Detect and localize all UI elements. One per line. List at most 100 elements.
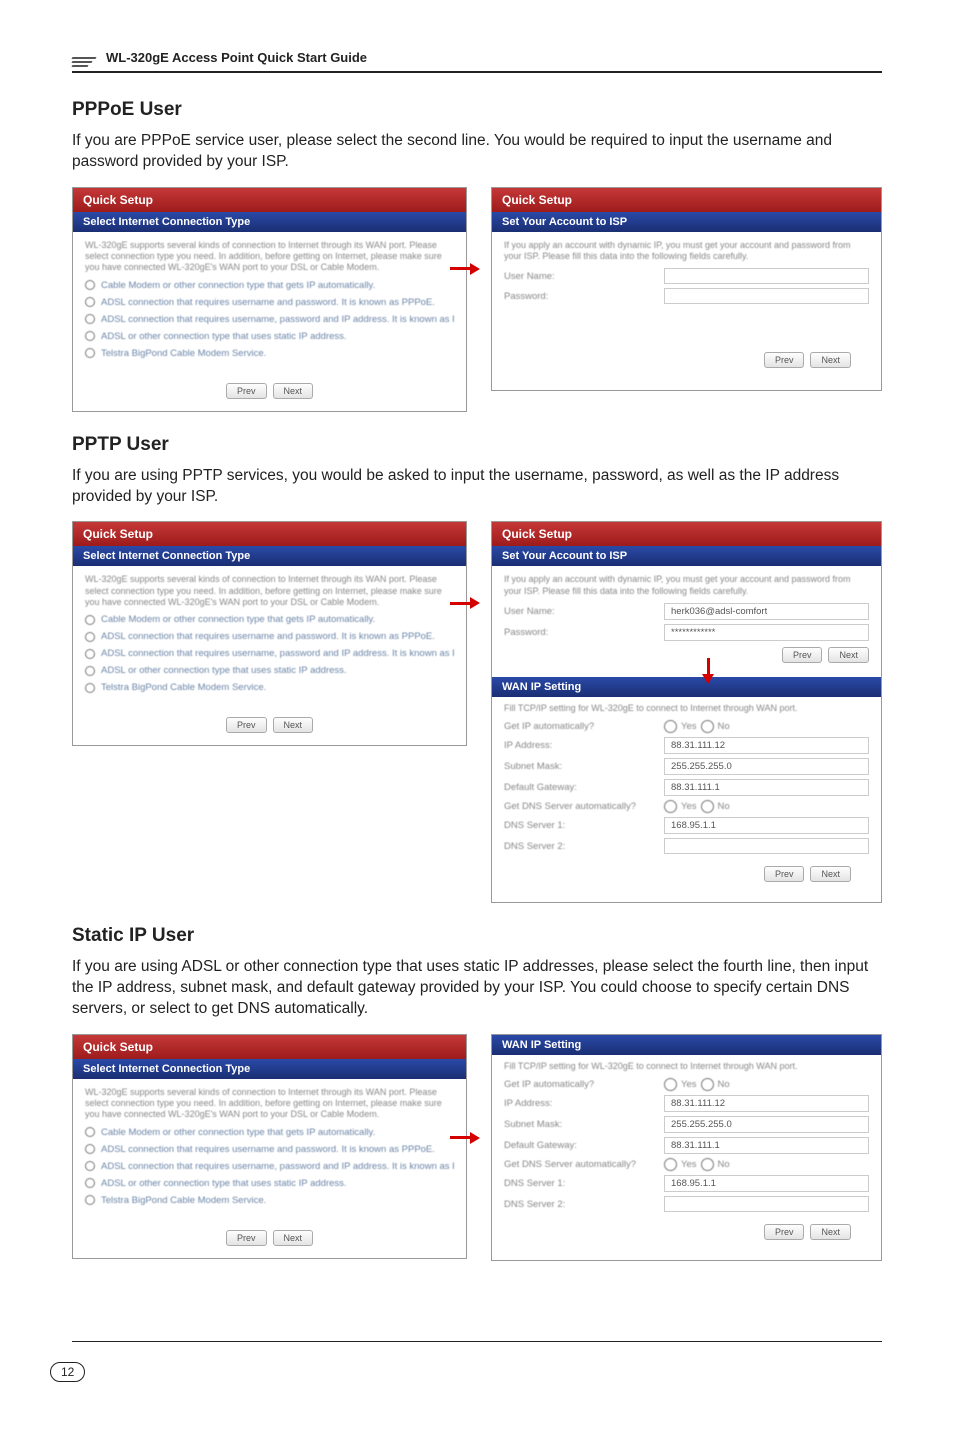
password-input[interactable]: [664, 288, 869, 304]
get-ip-auto-radio[interactable]: YesNo: [664, 1078, 730, 1091]
subnet-mask-input[interactable]: 255.255.255.0: [664, 758, 869, 775]
conn-option-telstra[interactable]: Telstra BigPond Cable Modem Service.: [85, 348, 454, 359]
wan-subheader: WAN IP Setting: [492, 677, 881, 697]
ip-address-input[interactable]: 88.31.111.12: [664, 1095, 869, 1112]
panel-description: WL-320gE supports several kinds of conne…: [85, 574, 454, 608]
prev-button[interactable]: Prev: [226, 1230, 267, 1246]
prev-button[interactable]: Prev: [764, 1224, 805, 1240]
prev-button[interactable]: Prev: [226, 383, 267, 399]
next-button[interactable]: Next: [828, 647, 869, 663]
conn-option-static[interactable]: ADSL or other connection type that uses …: [85, 331, 454, 342]
panel-header: Quick Setup: [73, 522, 466, 546]
figure-pppoe: Quick Setup Select Internet Connection T…: [72, 187, 882, 412]
conn-option-telstra[interactable]: Telstra BigPond Cable Modem Service.: [85, 1195, 454, 1206]
brand-arrow-icon: [72, 57, 96, 67]
wan-description: Fill TCP/IP setting for WL-320gE to conn…: [504, 1061, 869, 1072]
section-title-static: Static IP User: [72, 925, 882, 947]
get-dns-auto-radio[interactable]: YesNo: [664, 1158, 730, 1171]
get-ip-auto-radio[interactable]: YesNo: [664, 720, 730, 733]
dns2-input[interactable]: [664, 838, 869, 854]
conn-option-auto[interactable]: Cable Modem or other connection type tha…: [85, 1127, 454, 1138]
conn-option-pppoe[interactable]: ADSL connection that requires username a…: [85, 297, 454, 308]
conn-option-pppoe[interactable]: ADSL connection that requires username a…: [85, 631, 454, 642]
subnet-mask-input[interactable]: 255.255.255.0: [664, 1116, 869, 1133]
dns2-label: DNS Server 2:: [504, 1199, 654, 1210]
conn-option-telstra[interactable]: Telstra BigPond Cable Modem Service.: [85, 682, 454, 693]
panel-description: WL-320gE supports several kinds of conne…: [85, 240, 454, 274]
default-gateway-label: Default Gateway:: [504, 782, 654, 793]
subnet-mask-label: Subnet Mask:: [504, 761, 654, 772]
get-dns-auto-radio[interactable]: YesNo: [664, 800, 730, 813]
next-button[interactable]: Next: [273, 383, 314, 399]
username-label: User Name:: [504, 606, 654, 617]
conn-option-pppoe[interactable]: ADSL connection that requires username a…: [85, 1144, 454, 1155]
arrow-down-icon: [702, 658, 714, 684]
wan-subheader: WAN IP Setting: [492, 1035, 881, 1055]
panel-header: Quick Setup: [73, 188, 466, 212]
section-body-pppoe: If you are PPPoE service user, please se…: [72, 131, 882, 173]
ip-address-label: IP Address:: [504, 1098, 654, 1109]
next-button[interactable]: Next: [810, 866, 851, 882]
conn-option-auto[interactable]: Cable Modem or other connection type tha…: [85, 614, 454, 625]
next-button[interactable]: Next: [810, 352, 851, 368]
ip-address-input[interactable]: 88.31.111.12: [664, 737, 869, 754]
prev-button[interactable]: Prev: [764, 352, 805, 368]
wan-description: Fill TCP/IP setting for WL-320gE to conn…: [504, 703, 869, 714]
panel-header: Quick Setup: [492, 188, 881, 212]
panel-subheader: Set Your Account to ISP: [492, 212, 881, 232]
get-ip-auto-label: Get IP automatically?: [504, 721, 654, 732]
panel-subheader: Set Your Account to ISP: [492, 546, 881, 566]
panel-select-conn-pppoe: Quick Setup Select Internet Connection T…: [72, 187, 467, 412]
prev-button[interactable]: Prev: [782, 647, 823, 663]
section-title-pptp: PPTP User: [72, 434, 882, 456]
section-body-static: If you are using ADSL or other connectio…: [72, 957, 882, 1020]
prev-button[interactable]: Prev: [764, 866, 805, 882]
panel-description: If you apply an account with dynamic IP,…: [504, 574, 869, 597]
username-input[interactable]: [664, 268, 869, 284]
dns1-label: DNS Server 1:: [504, 1178, 654, 1189]
panel-subheader: Select Internet Connection Type: [73, 546, 466, 566]
conn-option-auto[interactable]: Cable Modem or other connection type tha…: [85, 280, 454, 291]
panel-select-conn-static: Quick Setup Select Internet Connection T…: [72, 1034, 467, 1259]
panel-description: WL-320gE supports several kinds of conne…: [85, 1087, 454, 1121]
panel-select-conn-pptp: Quick Setup Select Internet Connection T…: [72, 521, 467, 746]
footer-rule: [72, 1341, 882, 1342]
get-ip-auto-label: Get IP automatically?: [504, 1079, 654, 1090]
ip-address-label: IP Address:: [504, 740, 654, 751]
password-label: Password:: [504, 627, 654, 638]
dns2-label: DNS Server 2:: [504, 841, 654, 852]
default-gateway-label: Default Gateway:: [504, 1140, 654, 1151]
password-input[interactable]: ************: [664, 624, 869, 641]
password-label: Password:: [504, 291, 654, 302]
arrow-right-icon: [450, 597, 480, 609]
subnet-mask-label: Subnet Mask:: [504, 1119, 654, 1130]
next-button[interactable]: Next: [273, 717, 314, 733]
conn-option-pptp[interactable]: ADSL connection that requires username, …: [85, 648, 454, 659]
get-dns-auto-label: Get DNS Server automatically?: [504, 801, 654, 812]
get-dns-auto-label: Get DNS Server automatically?: [504, 1159, 654, 1170]
dns1-label: DNS Server 1:: [504, 820, 654, 831]
conn-option-static[interactable]: ADSL or other connection type that uses …: [85, 1178, 454, 1189]
default-gateway-input[interactable]: 88.31.111.1: [664, 779, 869, 796]
dns1-input[interactable]: 168.95.1.1: [664, 817, 869, 834]
panel-set-account-pppoe: Quick Setup Set Your Account to ISP If y…: [491, 187, 882, 392]
username-input[interactable]: herk036@adsl-comfort: [664, 603, 869, 620]
panel-header: Quick Setup: [73, 1035, 466, 1059]
next-button[interactable]: Next: [810, 1224, 851, 1240]
conn-option-static[interactable]: ADSL or other connection type that uses …: [85, 665, 454, 676]
next-button[interactable]: Next: [273, 1230, 314, 1246]
panel-subheader: Select Internet Connection Type: [73, 212, 466, 232]
default-gateway-input[interactable]: 88.31.111.1: [664, 1137, 869, 1154]
dns1-input[interactable]: 168.95.1.1: [664, 1175, 869, 1192]
conn-option-pptp[interactable]: ADSL connection that requires username, …: [85, 1161, 454, 1172]
panel-set-account-pptp: Quick Setup Set Your Account to ISP If y…: [491, 521, 882, 903]
panel-subheader: Select Internet Connection Type: [73, 1059, 466, 1079]
panel-description: If you apply an account with dynamic IP,…: [504, 240, 869, 263]
figure-static: Quick Setup Select Internet Connection T…: [72, 1034, 882, 1261]
prev-button[interactable]: Prev: [226, 717, 267, 733]
dns2-input[interactable]: [664, 1196, 869, 1212]
conn-option-pptp[interactable]: ADSL connection that requires username, …: [85, 314, 454, 325]
arrow-right-icon: [450, 1132, 480, 1144]
arrow-right-icon: [450, 263, 480, 275]
page-number: 12: [50, 1362, 85, 1382]
